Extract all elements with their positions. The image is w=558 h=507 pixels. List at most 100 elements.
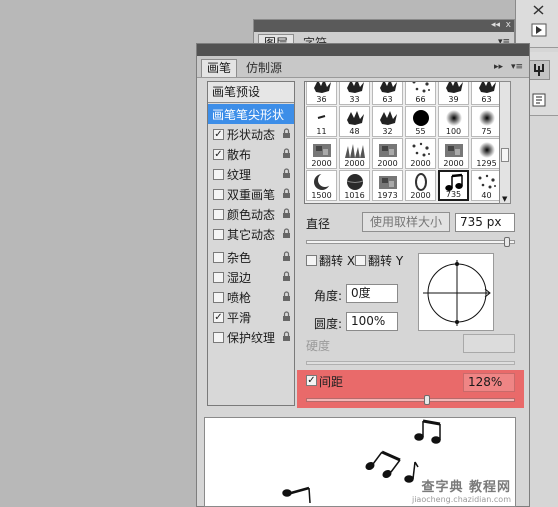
brush-tip[interactable]: 40 [471,170,502,201]
option-item[interactable]: ✓ 形状动态 [208,124,294,144]
scroll-thumb[interactable] [501,148,509,162]
brush-tip[interactable]: 63 [471,82,502,105]
brush-tip-size: 1500 [311,191,332,200]
option-item[interactable]: 其它动态 [208,224,294,244]
brush-tip[interactable]: 1016 [339,170,370,201]
scroll-down-icon[interactable]: ▼ [502,195,507,203]
lock-icon[interactable] [282,168,291,179]
option-checkbox[interactable]: ✓ [213,128,224,140]
brush-tip[interactable]: 2000 [438,138,469,169]
option-checkbox[interactable] [213,271,224,283]
lock-icon[interactable] [282,311,291,322]
collapse-arrows-icon[interactable]: ◂◂ [491,20,500,30]
brush-tip[interactable]: 63 [372,82,403,105]
brush-tip-grid: 36 33 63 66 39 63 11 48 32 55 100 75 2000 2000 2000 200… [304,81,508,204]
brush-tip[interactable]: 1500 [306,170,337,201]
spacing-slider-thumb[interactable] [424,395,431,405]
option-item[interactable]: ✓ 散布 [208,144,294,164]
lock-icon[interactable] [282,228,291,239]
brush-tip[interactable]: 48 [339,106,370,137]
option-item[interactable]: 喷枪 [208,287,294,307]
collapse-arrows-icon[interactable]: ▸▸ [494,62,503,72]
option-item[interactable]: 双重画笔 [208,184,294,204]
option-checkbox[interactable] [213,251,224,263]
brush-tip[interactable]: 55 [405,106,436,137]
option-label: 喷枪 [227,290,252,305]
lock-icon[interactable] [282,148,291,159]
option-label: 双重画笔 [227,187,276,202]
option-checkbox[interactable] [213,208,224,220]
checkmark-icon: ✓ [307,375,316,386]
roundness-input[interactable]: 100% [346,312,398,331]
lock-icon[interactable] [282,291,291,302]
panel-menu-icon[interactable]: ▾≡ [511,62,523,72]
brush-tip[interactable]: 33 [339,82,370,105]
brush-tip-size: 63 [481,95,492,104]
option-checkbox[interactable] [213,331,224,343]
option-item[interactable]: 杂色 [208,247,294,267]
option-checkbox[interactable] [213,291,224,303]
spacing-checkbox[interactable]: ✓ [306,375,317,386]
brush-tip[interactable]: 39 [438,82,469,105]
lock-icon[interactable] [282,128,291,139]
option-checkbox[interactable]: ✓ [213,311,224,323]
option-item[interactable]: 湿边 [208,267,294,287]
brush-tip[interactable]: 2000 [306,138,337,169]
brush-tip[interactable]: 2000 [405,138,436,169]
lock-icon[interactable] [282,208,291,219]
brush-tip[interactable]: 32 [372,106,403,137]
lock-icon[interactable] [282,331,291,342]
brush-tip[interactable]: 36 [306,82,337,105]
lock-icon[interactable] [282,271,291,282]
brush-presets-button[interactable] [528,90,550,110]
option-item[interactable]: 保护纹理 [208,327,294,347]
tool-options-button[interactable] [528,0,550,20]
layers-panel-titlebar[interactable]: ◂◂ x [254,20,514,32]
angle-roundness-preview[interactable] [418,253,494,331]
brush-panel-button[interactable] [528,60,550,80]
use-sample-size-button[interactable]: 使用取样大小 [362,212,450,232]
brush-tip-size: 2000 [377,159,398,168]
option-item[interactable]: ✓ 平滑 [208,307,294,327]
brush-tip-scrollbar[interactable]: ▼ [499,81,511,204]
brush-presets-header[interactable]: 画笔预设 [208,82,294,103]
option-checkbox[interactable] [213,188,224,200]
spacing-input[interactable]: 128% [463,373,515,392]
brush-tip-size: 63 [382,95,393,104]
tab-clone-source[interactable]: 仿制源 [240,59,288,77]
brush-tip[interactable]: 66 [405,82,436,105]
option-item[interactable]: 画笔笔尖形状 [208,104,294,124]
spacing-slider-track[interactable] [306,398,515,402]
option-item[interactable]: 纹理 [208,164,294,184]
option-checkbox[interactable] [213,168,224,180]
brush-tip[interactable]: 735 [438,170,469,201]
angle-input[interactable]: 0度 [346,284,398,303]
brush-tip[interactable]: 2000 [405,170,436,201]
brush-tip[interactable]: 1973 [372,170,403,201]
brush-tip[interactable]: 2000 [372,138,403,169]
option-label: 画笔笔尖形状 [212,107,285,122]
actions-button[interactable] [528,20,550,40]
option-item[interactable]: 颜色动态 [208,204,294,224]
brush-tip[interactable]: 11 [306,106,337,137]
flip-x-checkbox[interactable] [306,255,317,266]
lock-icon[interactable] [282,251,291,262]
brush-tip[interactable]: 1295 [471,138,502,169]
brush-panel-titlebar[interactable] [197,44,529,56]
diameter-slider-thumb[interactable] [503,237,510,247]
diameter-input[interactable]: 735 px [455,213,515,232]
hardness-label: 硬度 [306,339,331,353]
option-checkbox[interactable] [213,228,224,240]
flip-y-checkbox[interactable] [355,255,366,266]
close-icon[interactable]: x [506,20,511,30]
option-checkbox[interactable]: ✓ [213,148,224,160]
play-icon [531,23,547,37]
lock-icon[interactable] [282,188,291,199]
brush-tip-size: 2000 [311,159,332,168]
brush-tip[interactable]: 100 [438,106,469,137]
diameter-slider-track[interactable] [306,240,515,244]
brush-tip[interactable]: 2000 [339,138,370,169]
tab-brush[interactable]: 画笔 [201,59,238,77]
brush-tip[interactable]: 75 [471,106,502,137]
spacing-label: 间距 [319,375,344,389]
